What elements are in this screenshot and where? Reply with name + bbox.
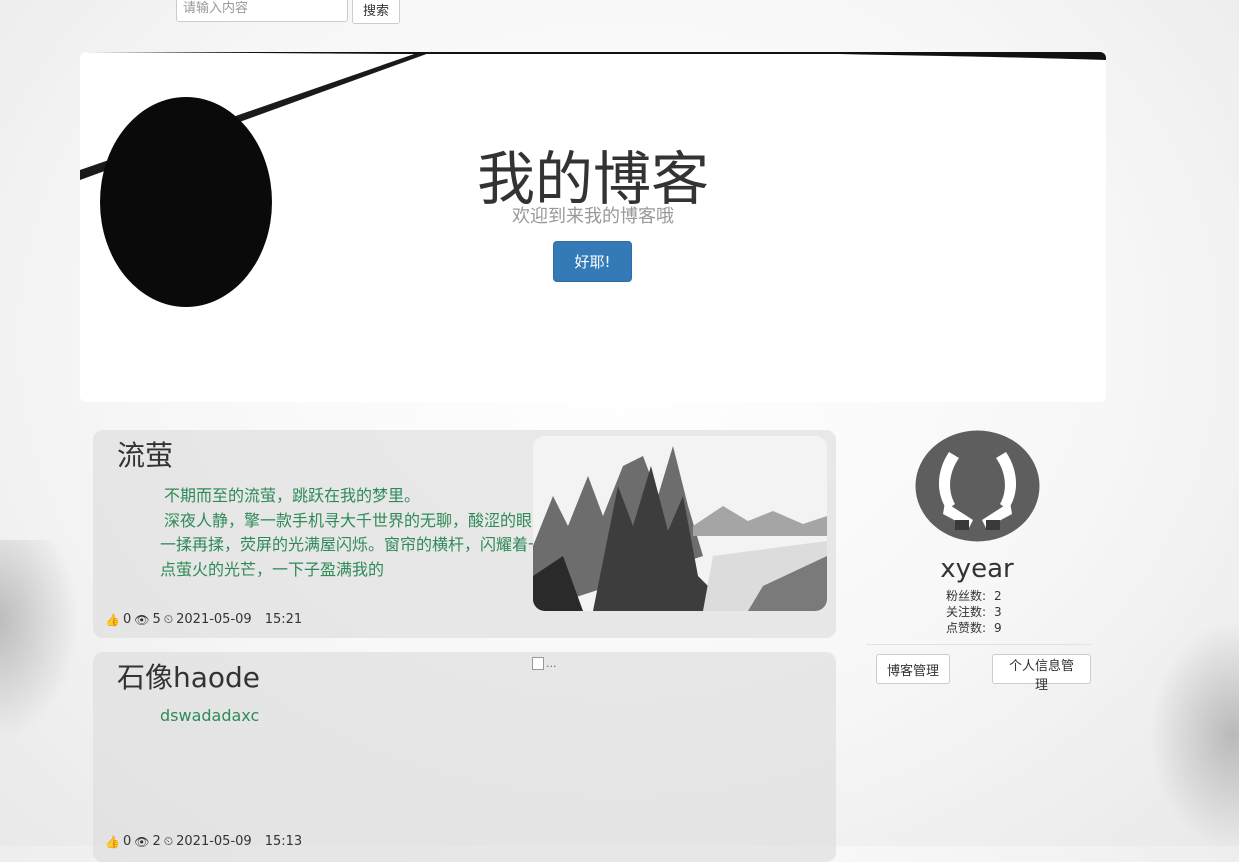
stat-label: 关注数: (946, 605, 987, 619)
thumbs-up-icon[interactable]: 👍 (105, 835, 120, 849)
post-title[interactable]: 流萤 (117, 434, 173, 474)
post-date: 2021-05-09 (176, 612, 252, 627)
post-time: 15:21 (264, 612, 303, 627)
view-count: 2 (152, 834, 161, 849)
ink-landscape-image (533, 436, 827, 611)
broken-image-placeholder: ... (532, 657, 557, 670)
view-count: 5 (152, 612, 161, 627)
profile-username: xyear (940, 554, 1014, 584)
post-excerpt: dswadadaxc (160, 706, 260, 725)
like-count: 0 (122, 612, 132, 627)
post-time: 15:13 (264, 834, 303, 849)
post-meta: 👍 0 👁 2 ⏲ 2021-05-09 15:13 (105, 834, 302, 849)
page-subtitle: 欢迎到来我的博客哦 (512, 206, 674, 227)
stat-following: 关注数: 3 (946, 604, 1002, 620)
clock-icon: ⏲ (163, 612, 174, 626)
post-title[interactable]: 石像haode (117, 656, 260, 696)
stat-label: 粉丝数: (946, 589, 987, 603)
clock-icon: ⏲ (163, 834, 174, 848)
broken-image-icon (532, 657, 544, 670)
thumbs-up-icon[interactable]: 👍 (105, 613, 120, 627)
profile-manage-button[interactable]: 个人信息管理 (992, 654, 1091, 693)
post-excerpt-line: 不期而至的流萤，跳跃在我的梦里。 (164, 486, 421, 505)
stat-value: 9 (994, 621, 1002, 635)
blog-post-card[interactable]: 流萤 不期而至的流萤，跳跃在我的梦里。 深夜人静，擎一款手机寻大千世界的无聊，酸… (93, 430, 836, 638)
ink-wash-decoration (0, 540, 80, 740)
ink-wash-decoration (1149, 620, 1239, 850)
search-input[interactable] (176, 0, 348, 22)
post-meta: 👍 0 👁 5 ⏲ 2021-05-09 15:21 (105, 612, 302, 627)
jumbotron-banner: 我的博客 欢迎到来我的博客哦 好耶! (80, 52, 1106, 402)
post-date: 2021-05-09 (176, 834, 252, 849)
sidebar-divider (866, 644, 1091, 645)
stat-value: 3 (994, 605, 1002, 619)
stat-likes: 点赞数: 9 (946, 620, 1002, 636)
search-button[interactable]: 搜索 (352, 0, 401, 24)
blog-manage-button[interactable]: 博客管理 (876, 654, 950, 684)
blog-post-card[interactable]: 石像haode dswadadaxc ... 👍 0 👁 2 ⏲ 2021-05… (93, 652, 836, 862)
stat-value: 2 (994, 589, 1002, 603)
eye-icon: 👁 (134, 612, 150, 627)
profile-stats: 粉丝数: 2 关注数: 3 点赞数: 9 (946, 588, 1002, 636)
image-alt-text: ... (546, 657, 557, 670)
post-thumbnail[interactable] (533, 436, 827, 611)
avatar[interactable] (915, 430, 1040, 542)
post-excerpt: 不期而至的流萤，跳跃在我的梦里。 深夜人静，擎一款手机寻大千世界的无聊，酸涩的眼… (160, 484, 555, 582)
post-excerpt-line: 深夜人静，擎一款手机寻大千世界的无聊，酸涩的眼睛一揉再揉，荧屏的光满屋闪烁。窗帘… (160, 510, 549, 579)
eye-icon: 👁 (134, 834, 150, 849)
like-count: 0 (122, 834, 132, 849)
search-bar: 搜索 (176, 0, 401, 24)
stat-followers: 粉丝数: 2 (946, 588, 1002, 604)
stat-label: 点赞数: (946, 621, 987, 635)
cheer-button[interactable]: 好耶! (553, 241, 632, 282)
